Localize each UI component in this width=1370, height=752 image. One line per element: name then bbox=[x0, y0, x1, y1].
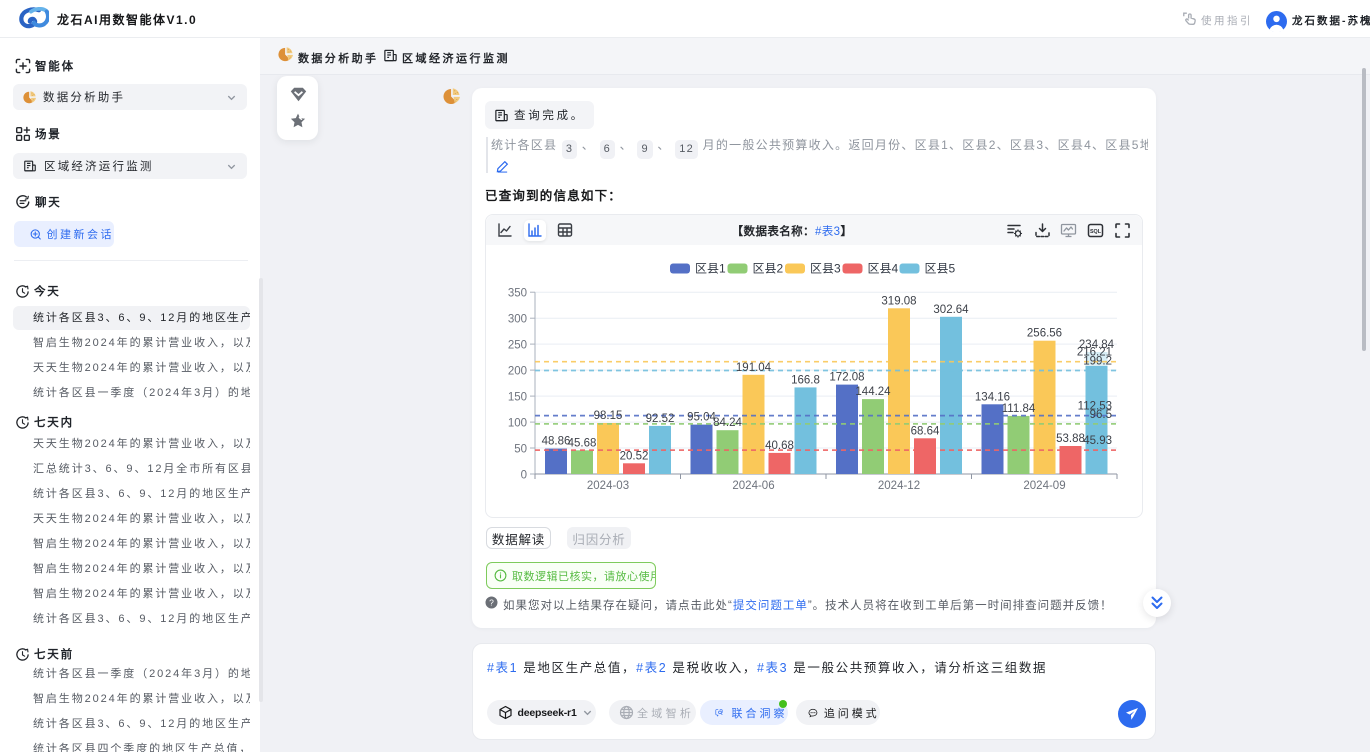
svg-text:92.52: 92.52 bbox=[646, 413, 675, 425]
svg-text:48.86: 48.86 bbox=[542, 436, 571, 448]
svg-text:166.8: 166.8 bbox=[791, 374, 820, 386]
svg-text:250: 250 bbox=[508, 340, 527, 352]
svg-text:98.15: 98.15 bbox=[594, 410, 623, 422]
svg-text:区县4: 区县4 bbox=[868, 262, 899, 276]
svg-text:172.08: 172.08 bbox=[829, 372, 864, 384]
svg-text:2024-12: 2024-12 bbox=[878, 480, 920, 492]
svg-text:96.5: 96.5 bbox=[1090, 409, 1112, 421]
svg-text:100: 100 bbox=[508, 418, 527, 430]
svg-text:350: 350 bbox=[508, 288, 527, 300]
svg-text:SQL: SQL bbox=[1090, 229, 1102, 235]
svg-text:199.2: 199.2 bbox=[1083, 356, 1112, 368]
svg-text:144.24: 144.24 bbox=[855, 386, 891, 398]
svg-text:302.64: 302.64 bbox=[933, 304, 969, 316]
svg-text:区县3: 区县3 bbox=[810, 262, 841, 276]
svg-text:150: 150 bbox=[508, 392, 527, 404]
svg-text:2024-03: 2024-03 bbox=[587, 480, 629, 492]
svg-text:234.84: 234.84 bbox=[1079, 339, 1115, 351]
svg-text:40.68: 40.68 bbox=[765, 440, 794, 452]
svg-text:20.52: 20.52 bbox=[620, 450, 649, 462]
svg-text:84.24: 84.24 bbox=[713, 417, 742, 429]
svg-text:95.04: 95.04 bbox=[687, 412, 716, 424]
svg-text:200: 200 bbox=[508, 366, 527, 378]
svg-text:53.88: 53.88 bbox=[1056, 433, 1085, 445]
svg-text:2024-09: 2024-09 bbox=[1023, 480, 1065, 492]
svg-text:319.08: 319.08 bbox=[881, 295, 916, 307]
svg-text:区县2: 区县2 bbox=[753, 262, 784, 276]
svg-text:191.04: 191.04 bbox=[736, 362, 772, 374]
svg-text:300: 300 bbox=[508, 314, 527, 326]
svg-text:50: 50 bbox=[514, 444, 527, 456]
svg-text:?: ? bbox=[489, 597, 494, 607]
svg-text:134.16: 134.16 bbox=[975, 391, 1010, 403]
svg-text:45.93: 45.93 bbox=[1083, 435, 1112, 447]
svg-text:0: 0 bbox=[521, 470, 527, 482]
svg-text:45.68: 45.68 bbox=[568, 437, 597, 449]
svg-text:68.64: 68.64 bbox=[911, 425, 940, 437]
svg-text:111.84: 111.84 bbox=[1002, 403, 1036, 415]
svg-text:区县5: 区县5 bbox=[925, 262, 956, 276]
svg-text:2024-06: 2024-06 bbox=[732, 480, 774, 492]
svg-text:区县1: 区县1 bbox=[695, 262, 726, 276]
svg-text:256.56: 256.56 bbox=[1027, 328, 1062, 340]
